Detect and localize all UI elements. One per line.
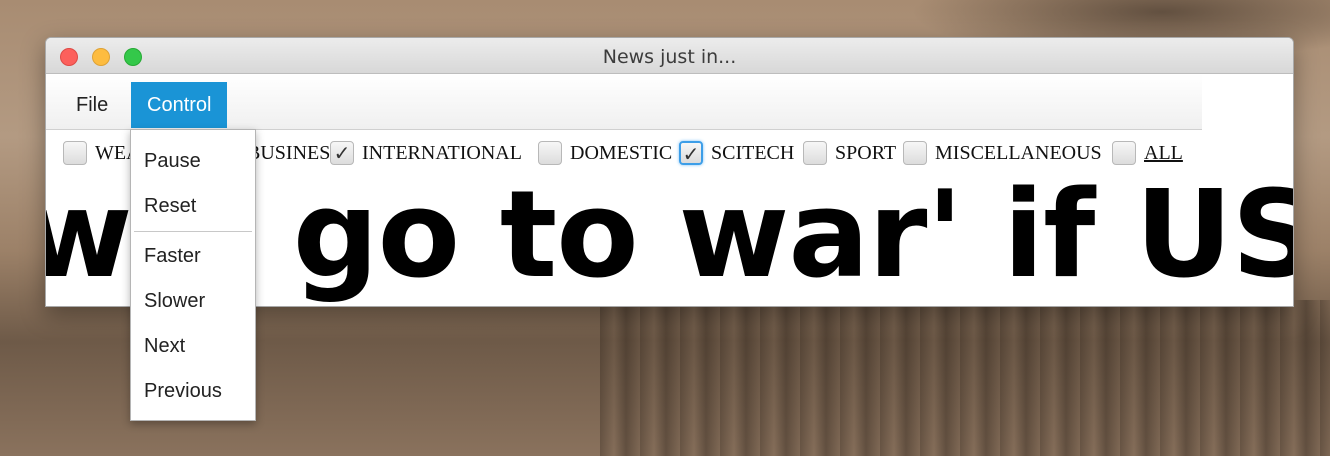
filter-miscellaneous[interactable]: MISCELLANEOUS [903,140,1102,166]
menu-item-slower[interactable]: Slower [131,281,255,321]
menu-item-next[interactable]: Next [131,326,255,366]
menu-separator [134,231,252,232]
menu-file[interactable]: File [60,82,124,128]
filter-miscellaneous-label: MISCELLANEOUS [935,142,1102,164]
filter-business[interactable]: BUSINESS [247,140,341,166]
menu-bar: File Control [46,74,1202,130]
filter-international[interactable]: ✓ INTERNATIONAL [330,140,522,166]
menu-item-reset[interactable]: Reset [131,186,255,226]
filter-scitech-checkbox[interactable] [803,141,827,165]
filter-all[interactable]: ALL [1112,140,1183,166]
filter-sport[interactable]: SPORT [803,140,896,166]
desktop-background-reflection [600,300,1330,456]
filter-sport-checkbox[interactable] [903,141,927,165]
control-menu-dropdown: Pause Reset Faster Slower Next Previous [130,129,256,421]
filter-all-label[interactable]: ALL [1144,140,1183,166]
menu-item-faster[interactable]: Faster [131,236,255,276]
filter-sport-label: SPORT [835,142,897,164]
filter-scitech[interactable]: ✓ SCITECH [679,140,794,166]
filter-business-label: BUSINESS [247,142,342,164]
filter-domestic-checkbox[interactable]: ✓ [679,141,703,165]
window-title: News just in... [602,46,737,68]
check-icon: ✓ [682,142,700,166]
filter-miscellaneous-checkbox[interactable] [1112,141,1136,165]
menu-control[interactable]: Control [131,82,228,128]
filter-international-checkbox[interactable] [538,141,562,165]
filter-business-checkbox[interactable]: ✓ [330,141,354,165]
menu-item-previous[interactable]: Previous [131,371,255,411]
check-icon: ✓ [333,141,351,165]
filter-weather-checkbox[interactable] [63,141,87,165]
title-bar[interactable]: News just in... [46,38,1293,74]
filter-domestic[interactable]: DOMESTIC [538,140,672,166]
filter-domestic-label: DOMESTIC [570,142,673,164]
filter-scitech-label: SCITECH [711,142,795,164]
menu-item-pause[interactable]: Pause [131,141,255,181]
filter-international-label: INTERNATIONAL [362,142,522,164]
